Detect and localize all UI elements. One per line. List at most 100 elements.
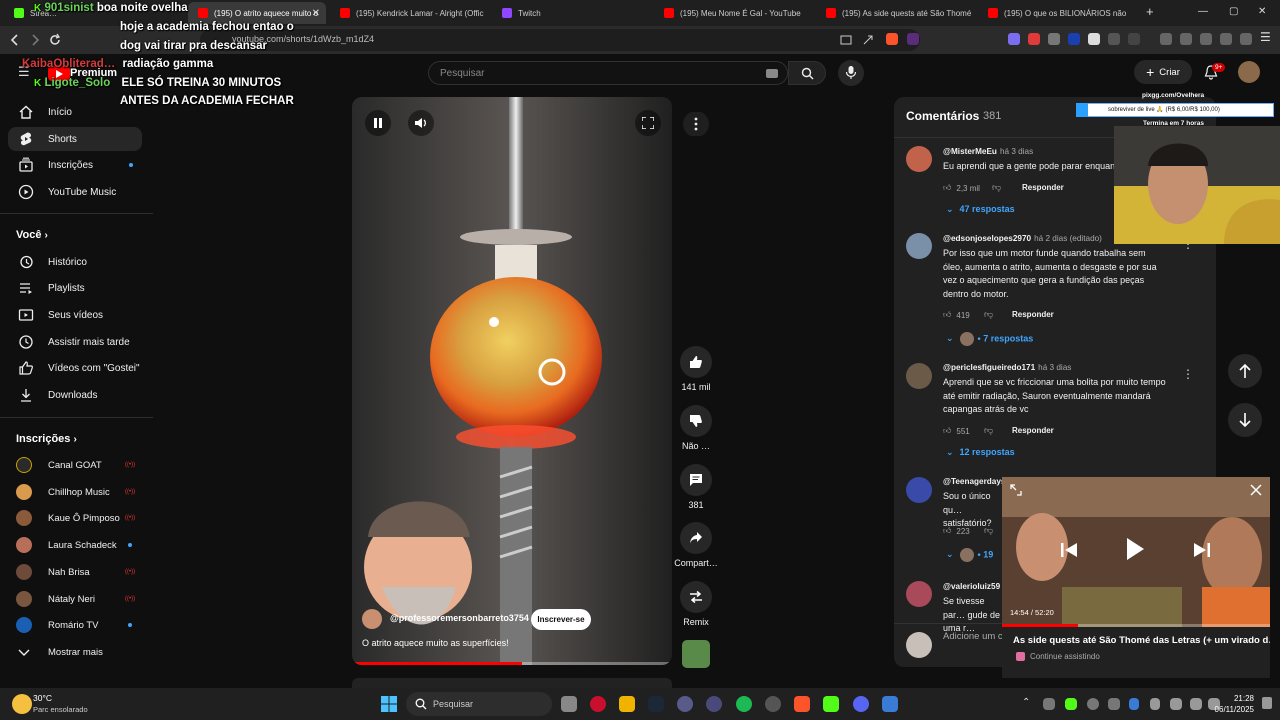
subscription-chillhop[interactable]: Chillhop Music ((•)) xyxy=(16,482,146,502)
obs-icon[interactable] xyxy=(765,696,781,712)
next-short-preview[interactable] xyxy=(352,678,672,688)
leo-icon[interactable] xyxy=(1220,33,1232,45)
clock-time[interactable]: 21:28 xyxy=(1232,694,1254,703)
extension-icon[interactable] xyxy=(1128,33,1140,45)
search-box[interactable]: Pesquisar xyxy=(428,61,788,85)
comment-like-button[interactable]: 👍︎ 2,3 mil xyxy=(943,183,980,193)
kick-app-icon[interactable] xyxy=(823,696,839,712)
puzzle-icon[interactable] xyxy=(1108,33,1120,45)
comments-button[interactable] xyxy=(680,464,712,496)
sidebar-item-shorts[interactable]: Shorts xyxy=(8,127,142,151)
tab-kendrick[interactable]: (195) Kendrick Lamar - Alright (Offic xyxy=(330,2,488,24)
thumbs-down-icon[interactable]: 👎︎ xyxy=(984,525,993,536)
like-button[interactable] xyxy=(680,346,712,378)
comment-author[interactable]: @periclesfigueiredo171 há 3 dias xyxy=(943,363,1071,372)
music-control-icon[interactable] xyxy=(1160,33,1172,45)
miniplayer[interactable]: 14:54 / 52:20 As side quests até São Tho… xyxy=(1002,477,1270,678)
clock-date[interactable]: 06/11/2025 xyxy=(1208,705,1254,714)
short-video-player[interactable]: @professoremersonbarreto3754 Inscrever-s… xyxy=(352,97,672,665)
thumbs-down-icon[interactable]: 👎︎ xyxy=(992,182,1001,193)
comment-like-button[interactable]: 👍︎ 419 xyxy=(943,310,970,320)
subscription-canal-goat[interactable]: Canal GOAT ((•)) xyxy=(16,455,146,475)
miniplayer-title[interactable]: As side quests até São Thomé das Letras … xyxy=(1013,635,1270,646)
expand-icon[interactable] xyxy=(1010,484,1022,496)
create-button[interactable]: + Criar xyxy=(1134,60,1192,84)
sidebar-item-subscriptions[interactable]: Inscrições xyxy=(8,153,142,177)
spotify-icon[interactable] xyxy=(736,696,752,712)
reload-icon[interactable] xyxy=(48,33,62,47)
volume-button[interactable] xyxy=(408,110,434,136)
taskbar-search[interactable]: Pesquisar xyxy=(406,692,552,716)
notification-center-icon[interactable] xyxy=(1262,697,1272,709)
comment-like-button[interactable]: 👍︎ 223 xyxy=(943,526,970,536)
bluetooth-icon[interactable] xyxy=(1129,698,1139,710)
sidebar-item-history[interactable]: Histórico xyxy=(8,250,142,274)
app-icon[interactable] xyxy=(706,696,722,712)
comment-avatar[interactable] xyxy=(906,146,932,172)
tab-gal[interactable]: (195) Meu Nome É Gal - YouTube xyxy=(654,2,812,24)
file-explorer-icon[interactable] xyxy=(619,696,635,712)
sidebar-item-playlists[interactable]: Playlists xyxy=(8,276,142,300)
comment-menu-icon[interactable]: ⋮ xyxy=(1182,367,1194,381)
view-replies-button[interactable]: ⌄ • 7 respostas xyxy=(946,332,1033,346)
thumbs-down-icon[interactable]: 👎︎ xyxy=(984,425,993,436)
sidebar-item-youtube-music[interactable]: YouTube Music xyxy=(8,180,142,204)
weather-temp[interactable]: 30°C xyxy=(33,693,52,703)
show-more-button[interactable]: Mostrar mais xyxy=(16,642,146,662)
pause-button[interactable] xyxy=(365,110,391,136)
dislike-button[interactable] xyxy=(680,405,712,437)
comment-avatar[interactable] xyxy=(906,363,932,389)
sidebar-icon[interactable] xyxy=(1180,33,1192,45)
weather-desc[interactable]: Parc ensolarado xyxy=(33,705,88,714)
avatar[interactable] xyxy=(1238,61,1260,83)
app-icon[interactable] xyxy=(882,696,898,712)
subscriptions-header[interactable]: Inscrições › xyxy=(16,433,77,445)
tray-icon[interactable] xyxy=(1108,698,1120,710)
next-icon[interactable] xyxy=(1194,543,1210,557)
windows-start-icon[interactable] xyxy=(381,696,397,712)
search-button[interactable] xyxy=(788,61,826,85)
menu-icon[interactable]: ☰ xyxy=(1260,30,1271,44)
maximize-button[interactable]: ▢ xyxy=(1229,6,1238,17)
subscribe-button[interactable]: Inscrever-se xyxy=(531,609,591,630)
steam-icon[interactable] xyxy=(648,696,664,712)
comment-like-button[interactable]: 👍︎ 551 xyxy=(943,426,970,436)
comment-avatar[interactable] xyxy=(906,477,932,503)
tab-bilionarios[interactable]: (195) O que os BILIONÁRIOS não te xyxy=(978,2,1128,24)
more-options-icon[interactable] xyxy=(682,112,710,136)
vpn-icon[interactable] xyxy=(1240,33,1252,45)
short-channel-name[interactable]: @professoremersonbarreto3754 xyxy=(390,613,529,623)
sidebar-item-liked-videos[interactable]: Vídeos com "Gostei" xyxy=(8,356,142,380)
extension-icon[interactable] xyxy=(1048,33,1060,45)
comment-avatar[interactable] xyxy=(906,581,932,607)
reply-button[interactable]: Responder xyxy=(1012,310,1054,319)
task-view-icon[interactable] xyxy=(561,696,577,712)
comment-author[interactable]: @MisterMeEu há 3 dias xyxy=(943,147,1033,156)
sidebar-item-downloads[interactable]: Downloads xyxy=(8,383,142,407)
channel-avatar[interactable] xyxy=(362,609,382,629)
display-icon[interactable] xyxy=(1170,698,1182,710)
extension-icon[interactable] xyxy=(1028,33,1040,45)
address-bar[interactable]: youtube.com/shorts/1dWzb_m1dZ4 xyxy=(200,29,920,51)
brave-rewards-icon[interactable] xyxy=(907,33,919,45)
tray-icon[interactable] xyxy=(1043,698,1055,710)
extension-icon[interactable] xyxy=(1088,33,1100,45)
share-button[interactable] xyxy=(680,522,712,554)
brave-icon[interactable] xyxy=(794,696,810,712)
comment-author[interactable]: @edsonjoselopes2970 há 2 dias (editado) xyxy=(943,234,1102,243)
close-icon[interactable] xyxy=(1250,484,1262,496)
subscription-nah-brisa[interactable]: Nah Brisa ((•)) xyxy=(16,562,146,582)
share-icon[interactable] xyxy=(862,34,874,46)
tray-overflow-icon[interactable]: ⌃ xyxy=(1022,697,1030,708)
reply-button[interactable]: Responder xyxy=(1012,426,1054,435)
opera-icon[interactable] xyxy=(590,696,606,712)
comment-avatar[interactable] xyxy=(906,233,932,259)
fullscreen-button[interactable] xyxy=(635,110,661,136)
subscription-romario[interactable]: Romário TV xyxy=(16,615,146,635)
network-icon[interactable] xyxy=(1190,698,1202,710)
brave-shield-icon[interactable] xyxy=(886,33,898,45)
thumbs-down-icon[interactable]: 👎︎ xyxy=(984,309,993,320)
tab-twitch[interactable]: Twitch xyxy=(492,2,650,24)
remix-button[interactable] xyxy=(680,581,712,613)
audio-thumbnail[interactable] xyxy=(682,640,710,668)
